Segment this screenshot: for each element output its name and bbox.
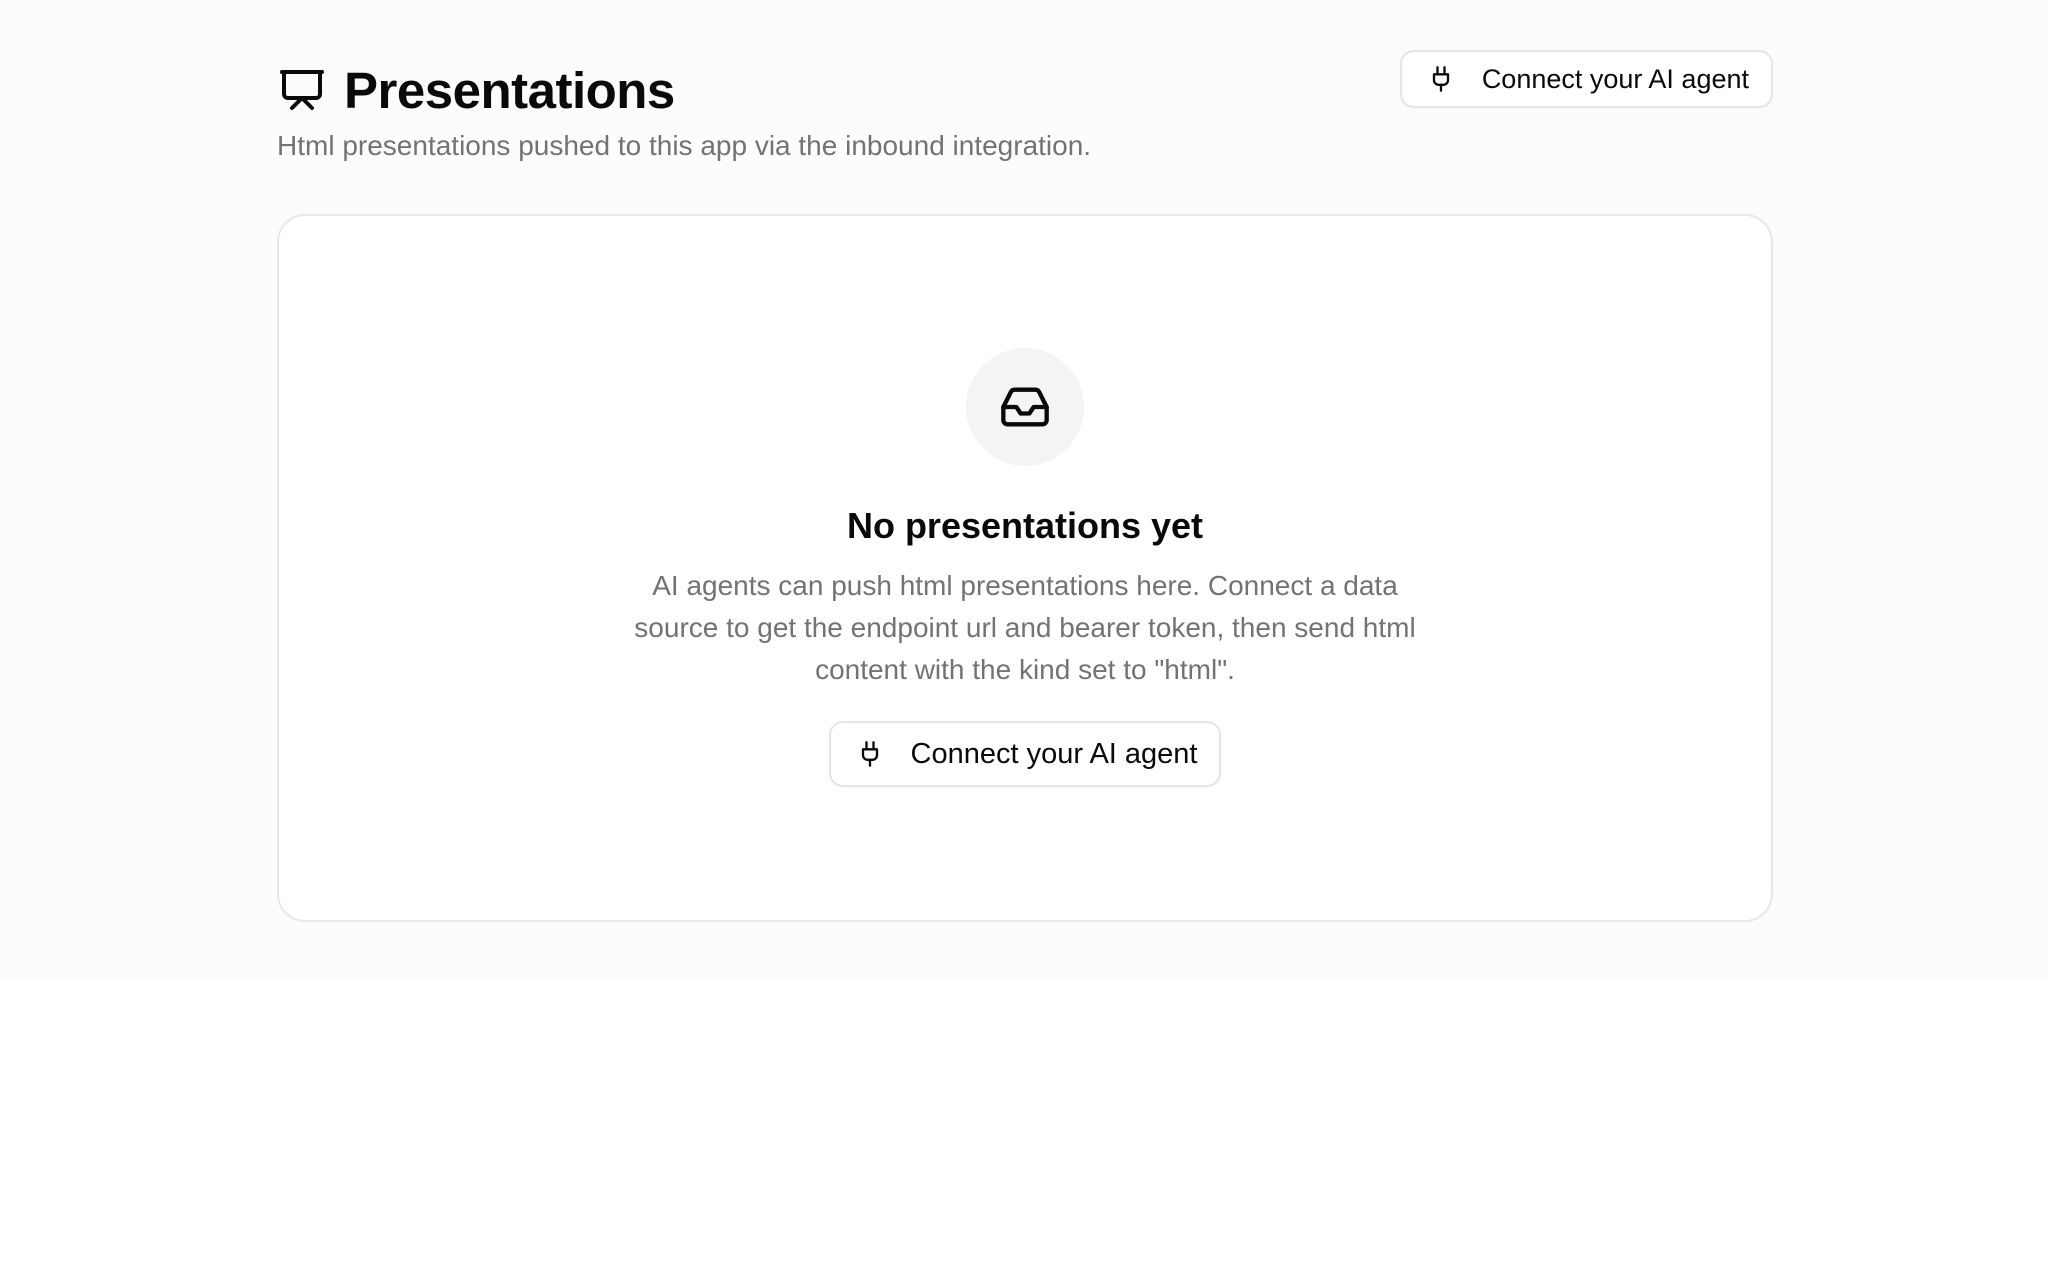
plug-icon bbox=[855, 739, 885, 769]
presentations-card: No presentations yet AI agents can push … bbox=[277, 214, 1773, 922]
content-area: Presentations Html presentations pushed … bbox=[0, 0, 2048, 982]
inbox-icon bbox=[999, 381, 1051, 433]
empty-state: No presentations yet AI agents can push … bbox=[279, 348, 1771, 788]
plug-icon bbox=[1426, 64, 1456, 94]
presentation-icon bbox=[277, 65, 327, 115]
connect-button-label: Connect your AI agent bbox=[1481, 63, 1749, 94]
empty-state-description: AI agents can push html presentations he… bbox=[634, 570, 1416, 686]
empty-state-icon-circle bbox=[966, 348, 1084, 466]
page-subtitle: Html presentations pushed to this app vi… bbox=[277, 130, 1092, 161]
empty-state-title: No presentations yet bbox=[846, 505, 1204, 546]
title-row: Presentations bbox=[277, 56, 675, 124]
page-header: Presentations Html presentations pushed … bbox=[277, 48, 1773, 168]
connect-ai-agent-button-header[interactable]: Connect your AI agent bbox=[1399, 50, 1773, 108]
connect-button-label: Connect your AI agent bbox=[910, 737, 1198, 770]
page-title: Presentations bbox=[344, 61, 675, 119]
connect-ai-agent-button[interactable]: Connect your AI agent bbox=[828, 721, 1222, 788]
page: Presentations Html presentations pushed … bbox=[0, 0, 2048, 1280]
